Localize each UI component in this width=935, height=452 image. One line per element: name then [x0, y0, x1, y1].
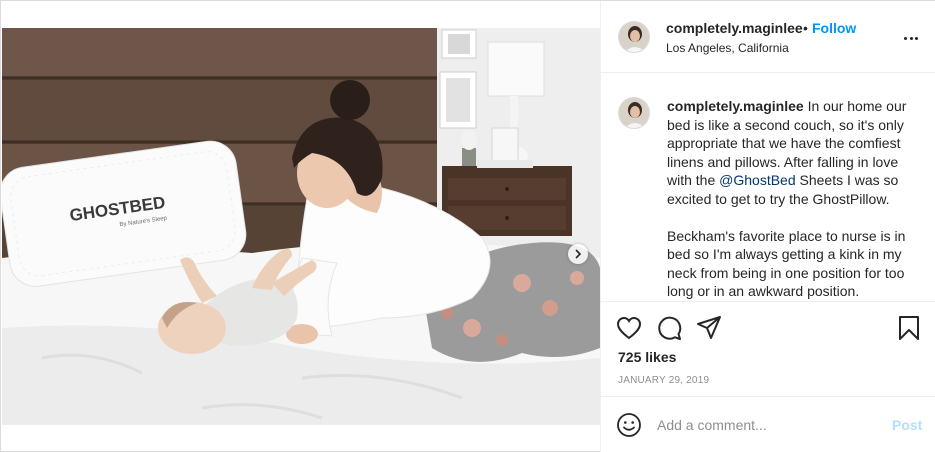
carousel-next-button[interactable]: [568, 244, 588, 264]
caption-text: completely.maginlee In our home our bed …: [667, 97, 921, 301]
chevron-right-icon: [575, 249, 582, 259]
avatar-image: [619, 98, 649, 128]
comment-icon[interactable]: [655, 314, 683, 342]
comment-input[interactable]: [657, 415, 877, 435]
more-options-icon[interactable]: [901, 31, 921, 45]
bookmark-icon[interactable]: [895, 314, 923, 342]
post-location[interactable]: Los Angeles, California: [666, 41, 789, 55]
emoji-icon[interactable]: [616, 412, 642, 438]
caption-username[interactable]: completely.maginlee: [667, 98, 804, 114]
caption-avatar[interactable]: [618, 97, 650, 129]
avatar-image: [619, 22, 649, 52]
caption-paragraph: completely.maginlee In our home our bed …: [667, 97, 921, 209]
share-icon[interactable]: [695, 314, 723, 342]
like-count[interactable]: 725 likes: [618, 349, 676, 365]
separator-dot: •: [803, 20, 808, 36]
comment-bar: Post: [601, 396, 935, 452]
post-photo[interactable]: GHOSTBED By Nature's Sleep: [2, 28, 600, 425]
heart-icon[interactable]: [615, 314, 643, 342]
post-comment-button[interactable]: Post: [892, 417, 922, 433]
post-date[interactable]: JANUARY 29, 2019: [618, 375, 709, 386]
post-header: completely.maginlee • Follow Los Angeles…: [601, 1, 935, 73]
post-side-panel: completely.maginlee • Follow Los Angeles…: [600, 1, 935, 452]
avatar[interactable]: [618, 21, 650, 53]
post-author-username[interactable]: completely.maginlee: [666, 20, 803, 36]
post-frame: GHOSTBED By Nature's Sleep completely.ma…: [0, 0, 935, 452]
caption-area: completely.maginlee In our home our bed …: [601, 73, 935, 301]
follow-button[interactable]: Follow: [812, 20, 856, 36]
photo-illustration: GHOSTBED By Nature's Sleep: [2, 28, 600, 425]
caption-paragraph: Beckham's favorite place to nurse is in …: [667, 227, 906, 300]
mention-link[interactable]: @GhostBed: [719, 172, 795, 188]
